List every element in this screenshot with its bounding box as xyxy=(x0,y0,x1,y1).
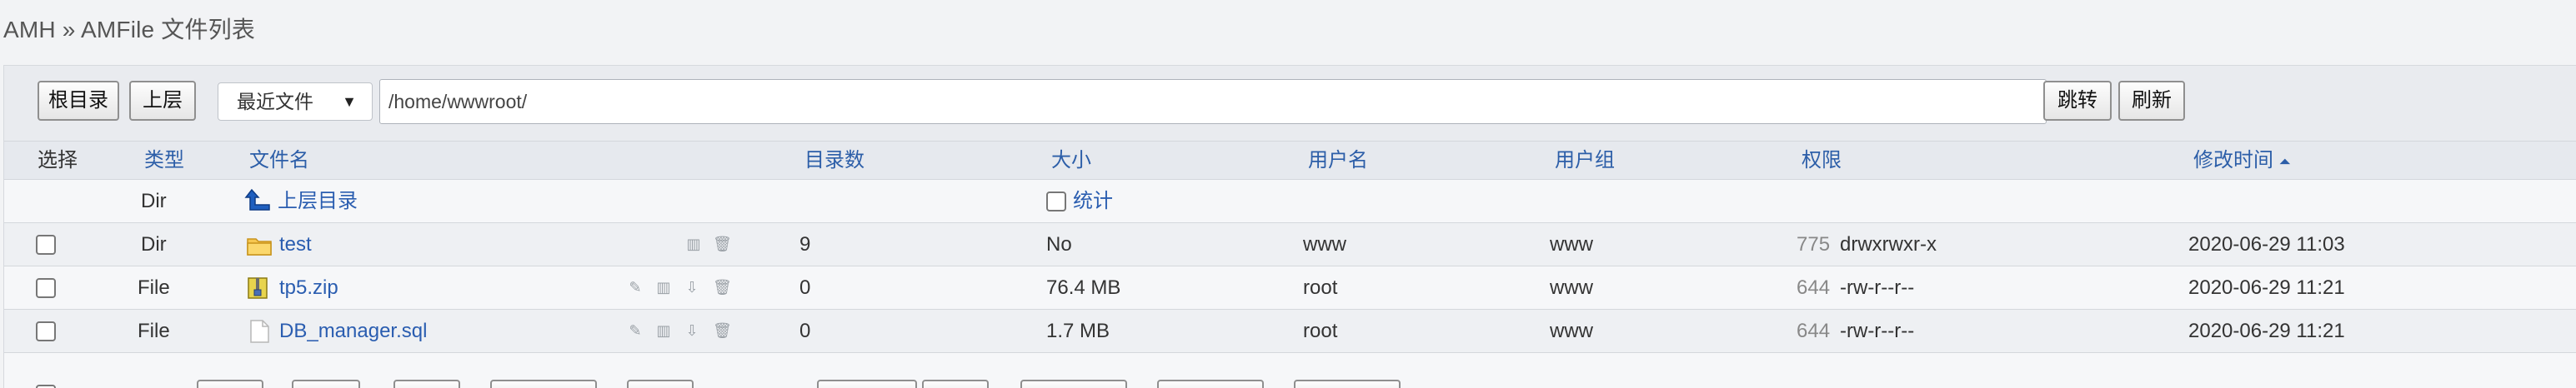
row-type: Dir xyxy=(141,233,167,256)
row-perm-str: drwxrwxr-x xyxy=(1840,233,1937,256)
file-list-panel: 根目录 上层 最近文件 ▼ /home/wwwroot/ 跳转 刷新 选择 类型… xyxy=(3,65,2576,388)
row-perm-num[interactable]: 644 xyxy=(1797,310,1830,353)
row-perm-num[interactable]: 775 xyxy=(1797,223,1830,266)
bulk-action-button[interactable] xyxy=(1020,380,1127,388)
sort-asc-icon: ⏶ xyxy=(2278,153,2292,170)
jump-button[interactable]: 跳转 xyxy=(2043,81,2112,121)
row-checkbox[interactable] xyxy=(36,278,56,298)
bulk-action-button[interactable] xyxy=(292,380,360,388)
row-type: File xyxy=(138,320,170,342)
row-perm-str: -rw-r--r-- xyxy=(1840,320,1915,342)
parent-dir-link[interactable]: 上层目录 xyxy=(278,180,358,223)
row-user: root xyxy=(1303,320,1338,342)
caret-down-icon: ▼ xyxy=(342,93,357,110)
document-file-icon xyxy=(246,318,273,345)
header-dir-count[interactable]: 目录数 xyxy=(804,142,865,180)
header-type[interactable]: 类型 xyxy=(144,142,184,180)
breadcrumb: AMH » AMFile 文件列表 xyxy=(3,17,256,42)
row-size: No xyxy=(1046,233,1072,256)
row-perm-str: -rw-r--r-- xyxy=(1840,276,1915,299)
file-name-link[interactable]: DB_manager.sql xyxy=(279,310,427,353)
row-checkbox[interactable] xyxy=(36,235,56,255)
bulk-action-button[interactable] xyxy=(922,380,989,388)
delete-icon[interactable]: 🗑 xyxy=(713,235,732,253)
header-select: 选择 xyxy=(38,149,78,172)
up-level-button[interactable]: 上层 xyxy=(129,81,196,121)
refresh-button[interactable]: 刷新 xyxy=(2118,81,2185,121)
download-icon[interactable]: ⇩ xyxy=(683,321,701,340)
table-header: 选择 类型 文件名 目录数 大小 用户名 用户组 权限 修改时间 ⏶ xyxy=(4,141,2576,179)
root-dir-button[interactable]: 根目录 xyxy=(38,81,119,121)
table-row-parent: Dir 上层目录 统计 xyxy=(4,179,2576,222)
folder-icon xyxy=(246,231,273,258)
stats-checkbox[interactable] xyxy=(1046,192,1066,211)
bulk-action-button[interactable] xyxy=(197,380,263,388)
row-mtime: 2020-06-29 11:03 xyxy=(2188,233,2345,256)
table-row: File tp5.zip ✎ ▥ ⇩ 🗑 0 76.4 MB root www … xyxy=(4,266,2576,309)
download-icon[interactable]: ⇩ xyxy=(683,278,701,296)
bulk-action-button[interactable] xyxy=(1294,380,1401,388)
bulk-action-button[interactable] xyxy=(393,380,460,388)
delete-icon[interactable]: 🗑 xyxy=(713,321,732,340)
bulk-action-button[interactable] xyxy=(627,380,694,388)
row-group: www xyxy=(1550,276,1593,299)
row-type: File xyxy=(138,276,170,299)
bulk-action-button[interactable] xyxy=(1157,380,1264,388)
file-manager-page: AMH » AMFile 文件列表 根目录 上层 最近文件 ▼ /home/ww… xyxy=(0,0,2576,388)
header-mtime-label: 修改时间 xyxy=(2193,149,2273,172)
edit-icon[interactable]: ✎ xyxy=(626,278,644,296)
row-user: www xyxy=(1303,233,1346,256)
zip-file-icon xyxy=(244,275,271,301)
path-input[interactable]: /home/wwwroot/ xyxy=(379,79,2047,124)
stats-icon[interactable]: ▥ xyxy=(684,235,703,253)
header-user[interactable]: 用户名 xyxy=(1308,142,1368,180)
file-name-link[interactable]: test xyxy=(279,223,312,266)
header-group[interactable]: 用户组 xyxy=(1555,142,1615,180)
bulk-action-button[interactable] xyxy=(817,380,917,388)
row-user: root xyxy=(1303,276,1338,299)
row-dir-count: 9 xyxy=(799,233,811,256)
row-type: Dir xyxy=(141,190,167,212)
row-dir-count: 0 xyxy=(799,320,811,342)
row-size: 1.7 MB xyxy=(1046,320,1110,342)
stats-icon[interactable]: ▥ xyxy=(654,278,673,296)
header-perm[interactable]: 权限 xyxy=(1802,142,1842,180)
table-row: Dir test ▥ 🗑 9 No www www 775 drwxrwxr-x… xyxy=(4,222,2576,266)
header-mtime[interactable]: 修改时间 ⏶ xyxy=(2193,142,2291,180)
recent-files-select-value: 最近文件 xyxy=(237,91,313,112)
file-name-link[interactable]: tp5.zip xyxy=(279,266,338,310)
up-arrow-icon xyxy=(244,187,271,213)
select-all-checkbox[interactable] xyxy=(36,385,56,388)
header-name[interactable]: 文件名 xyxy=(249,142,309,180)
row-checkbox[interactable] xyxy=(36,321,56,341)
delete-icon[interactable]: 🗑 xyxy=(713,278,732,296)
row-size: 76.4 MB xyxy=(1046,276,1121,299)
row-dir-count: 0 xyxy=(799,276,811,299)
header-size[interactable]: 大小 xyxy=(1051,142,1091,180)
table-row: File DB_manager.sql ✎ ▥ ⇩ 🗑 0 1.7 MB roo… xyxy=(4,309,2576,352)
row-group: www xyxy=(1550,233,1593,256)
stats-label[interactable]: 统计 xyxy=(1073,180,1113,223)
stats-icon[interactable]: ▥ xyxy=(654,321,673,340)
row-group: www xyxy=(1550,320,1593,342)
row-mtime: 2020-06-29 11:21 xyxy=(2188,276,2345,299)
row-perm-num[interactable]: 644 xyxy=(1797,266,1830,310)
bulk-action-button[interactable] xyxy=(490,380,597,388)
recent-files-select[interactable]: 最近文件 ▼ xyxy=(218,82,373,121)
table-row-actions xyxy=(4,352,2576,388)
row-mtime: 2020-06-29 11:21 xyxy=(2188,320,2345,342)
edit-icon[interactable]: ✎ xyxy=(626,321,644,340)
